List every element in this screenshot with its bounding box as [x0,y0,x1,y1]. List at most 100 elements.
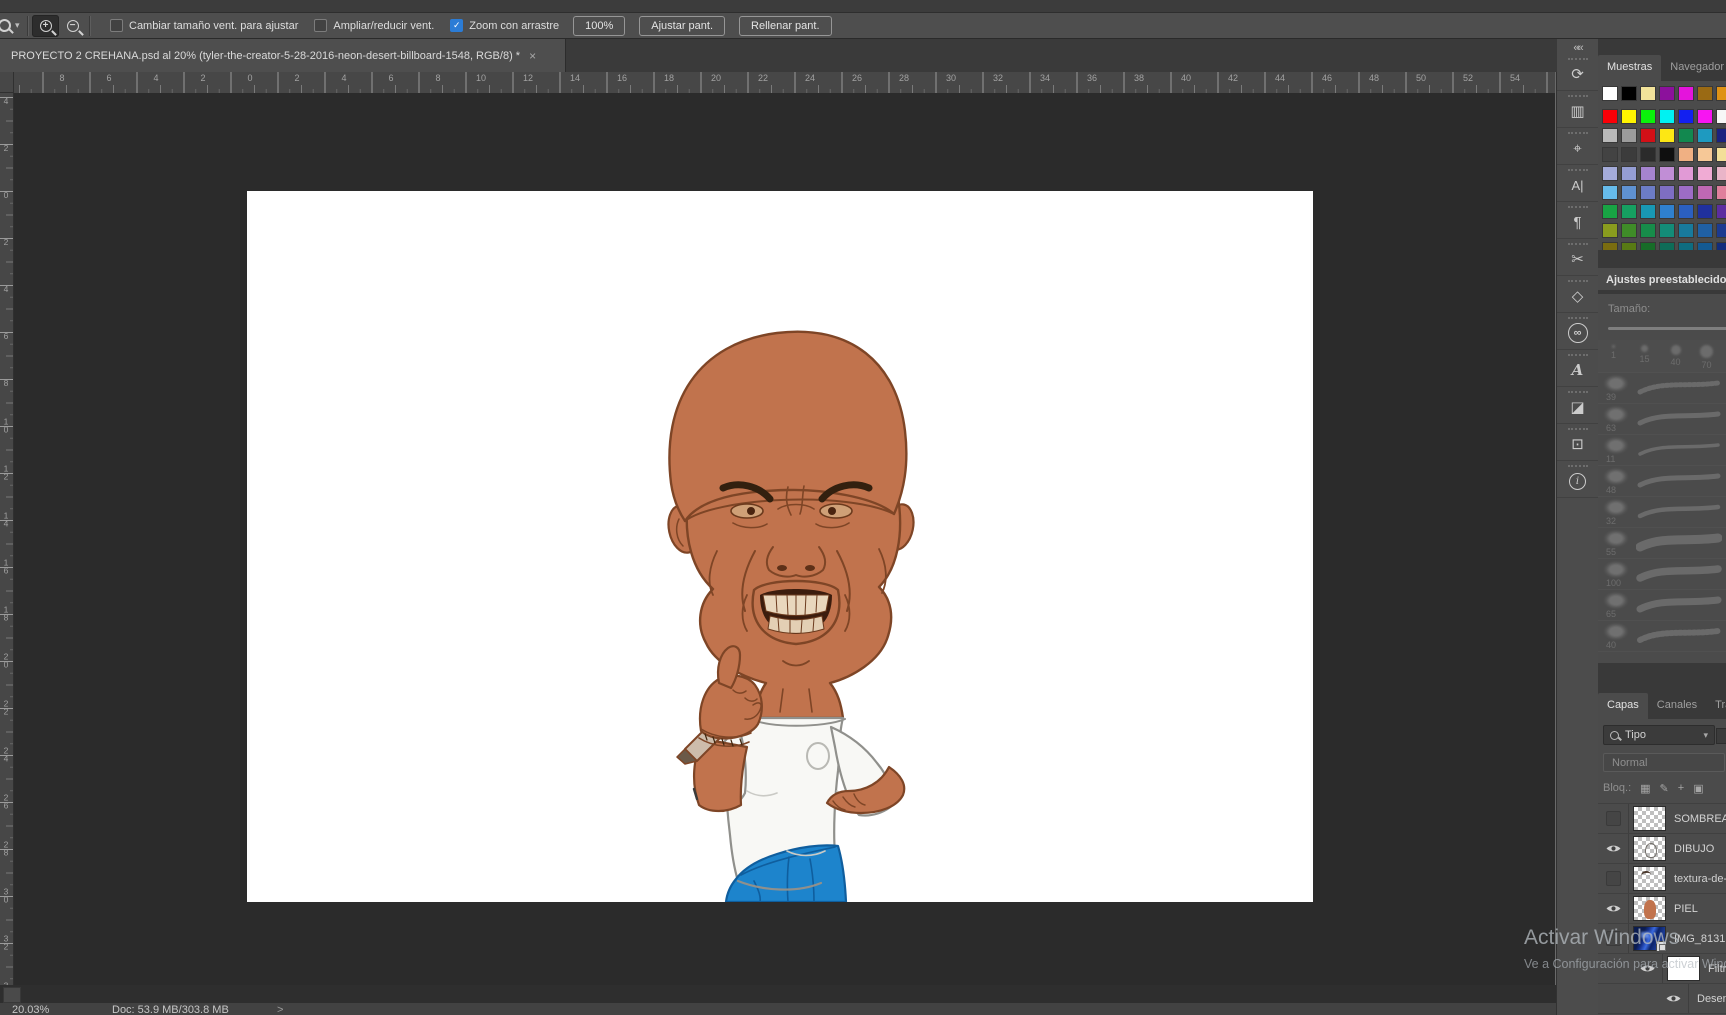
color-swatch[interactable] [1659,204,1675,219]
color-swatch[interactable] [1659,128,1675,143]
color-swatch[interactable] [1697,109,1713,124]
brush-size-sample[interactable]: 70 [1691,340,1722,372]
color-swatch[interactable] [1621,242,1637,250]
color-swatch[interactable] [1602,185,1618,200]
color-swatch[interactable] [1678,109,1694,124]
color-swatch[interactable] [1659,147,1675,162]
color-swatch[interactable] [1621,204,1637,219]
brush-preset-row[interactable]: 55 [1598,528,1726,559]
color-swatch[interactable] [1640,185,1656,200]
layer-name[interactable]: IMG_8131 [1674,933,1725,945]
zoom-in-button[interactable]: + [32,14,59,37]
color-swatch[interactable] [1640,109,1656,124]
color-swatch[interactable] [1659,166,1675,181]
drag-grip-icon[interactable] [1567,280,1588,282]
color-swatch[interactable] [1678,223,1694,238]
color-swatch[interactable] [1659,86,1675,101]
horizontal-scrollbar[interactable] [0,985,1556,1003]
history-panel-icon[interactable]: ⟳ [1557,63,1598,85]
checkbox-zoom-all-windows[interactable]: Ampliar/reducir vent. [314,19,434,32]
color-swatch[interactable] [1716,86,1726,101]
tool-presets-icon[interactable]: ▥ [1557,100,1598,122]
checkbox-icon[interactable]: ✓ [450,19,464,32]
collapse-dock-icon[interactable]: «« [1557,39,1598,54]
brush-size-sample[interactable]: 1 [1598,340,1629,372]
color-swatch[interactable] [1716,147,1726,162]
pasteboard[interactable] [14,93,1555,985]
brush-size-sample[interactable]: 15 [1629,340,1660,372]
color-swatch[interactable] [1602,166,1618,181]
layer-visibility-eye-icon[interactable] [1632,954,1663,983]
layer-name[interactable]: DIBUJO [1674,843,1714,855]
layer-visibility-empty[interactable] [1598,864,1629,893]
drag-grip-icon[interactable] [1567,58,1588,60]
brush-preset-row[interactable]: 100 [1598,559,1726,590]
color-swatch[interactable] [1697,185,1713,200]
lock-move-icon[interactable]: + [1678,782,1684,794]
color-swatch[interactable] [1716,242,1726,250]
color-swatch[interactable] [1640,204,1656,219]
color-swatch[interactable] [1716,128,1726,143]
layer-visibility-eye-icon[interactable] [1658,984,1689,1013]
lock-transparency-icon[interactable]: ▦ [1640,782,1650,795]
color-swatch[interactable] [1621,86,1637,101]
color-swatch[interactable] [1602,204,1618,219]
info-panel-icon[interactable]: i [1557,470,1598,492]
layer-thumbnail[interactable] [1633,896,1666,921]
canvas-artwork[interactable] [247,191,1313,904]
color-swatch[interactable] [1697,223,1713,238]
layer-visibility-empty[interactable] [1598,924,1629,953]
clone-source-icon[interactable]: ⌖ [1557,137,1598,159]
brush-preset-row[interactable]: 40 [1598,621,1726,652]
color-swatch[interactable] [1678,185,1694,200]
color-swatch[interactable] [1602,242,1618,250]
drag-grip-icon[interactable] [1567,317,1588,319]
typekit-panel-icon[interactable]: A [1557,359,1598,381]
layer-thumbnail[interactable] [1633,836,1666,861]
brush-size-slider[interactable] [1608,327,1726,330]
color-swatch[interactable] [1697,86,1713,101]
brush-preset-row[interactable]: 63 [1598,404,1726,435]
brush-size-sample[interactable]: 40 [1660,340,1691,372]
color-swatch[interactable] [1697,242,1713,250]
layer-name[interactable]: PIEL [1674,903,1698,915]
ruler-origin-corner[interactable] [0,72,14,93]
tab-capas[interactable]: Capas [1598,693,1648,719]
drag-grip-icon[interactable] [1567,465,1588,467]
color-swatch[interactable] [1678,242,1694,250]
layer-row[interactable]: PIEL [1598,894,1726,924]
color-swatch[interactable] [1716,166,1726,181]
color-swatch[interactable] [1621,109,1637,124]
color-swatch[interactable] [1640,86,1656,101]
fill-screen-button[interactable]: Rellenar pant. [739,15,832,36]
color-swatch[interactable] [1678,86,1694,101]
tool-preset-picker[interactable]: ▾ [0,16,24,36]
color-swatch[interactable] [1716,223,1726,238]
paragraph-panel-icon[interactable]: ¶ [1557,211,1598,233]
checkbox-resize-windows[interactable]: Cambiar tamaño vent. para ajustar [110,19,298,32]
color-swatch[interactable] [1697,166,1713,181]
layer-thumbnail[interactable] [1633,806,1666,831]
lock-artboard-icon[interactable]: ▣ [1693,782,1703,795]
tools-scissors-icon[interactable]: ✂ [1557,248,1598,270]
color-swatch[interactable] [1678,166,1694,181]
brush-preset-row[interactable]: 32 [1598,497,1726,528]
layer-name[interactable]: Desenfoq [1697,993,1726,1005]
checkbox-icon[interactable] [314,19,328,32]
3d-panel-icon[interactable]: ◇ [1557,285,1598,307]
tab-navegador[interactable]: Navegador [1661,55,1726,81]
color-swatch[interactable] [1602,109,1618,124]
drag-grip-icon[interactable] [1567,169,1588,171]
drag-grip-icon[interactable] [1567,428,1588,430]
layer-thumbnail[interactable] [1633,926,1667,952]
color-swatch[interactable] [1621,166,1637,181]
layer-visibility-eye-icon[interactable] [1598,834,1629,863]
color-swatch[interactable] [1602,128,1618,143]
status-expander-icon[interactable]: > [277,1004,283,1015]
lock-paint-icon[interactable]: ✎ [1660,782,1669,795]
drag-grip-icon[interactable] [1567,391,1588,393]
brush-preset-row[interactable]: 65 [1598,590,1726,621]
layer-name[interactable]: Filtr [1708,963,1726,975]
brush-preset-row[interactable]: 39 [1598,373,1726,404]
drag-grip-icon[interactable] [1567,132,1588,134]
